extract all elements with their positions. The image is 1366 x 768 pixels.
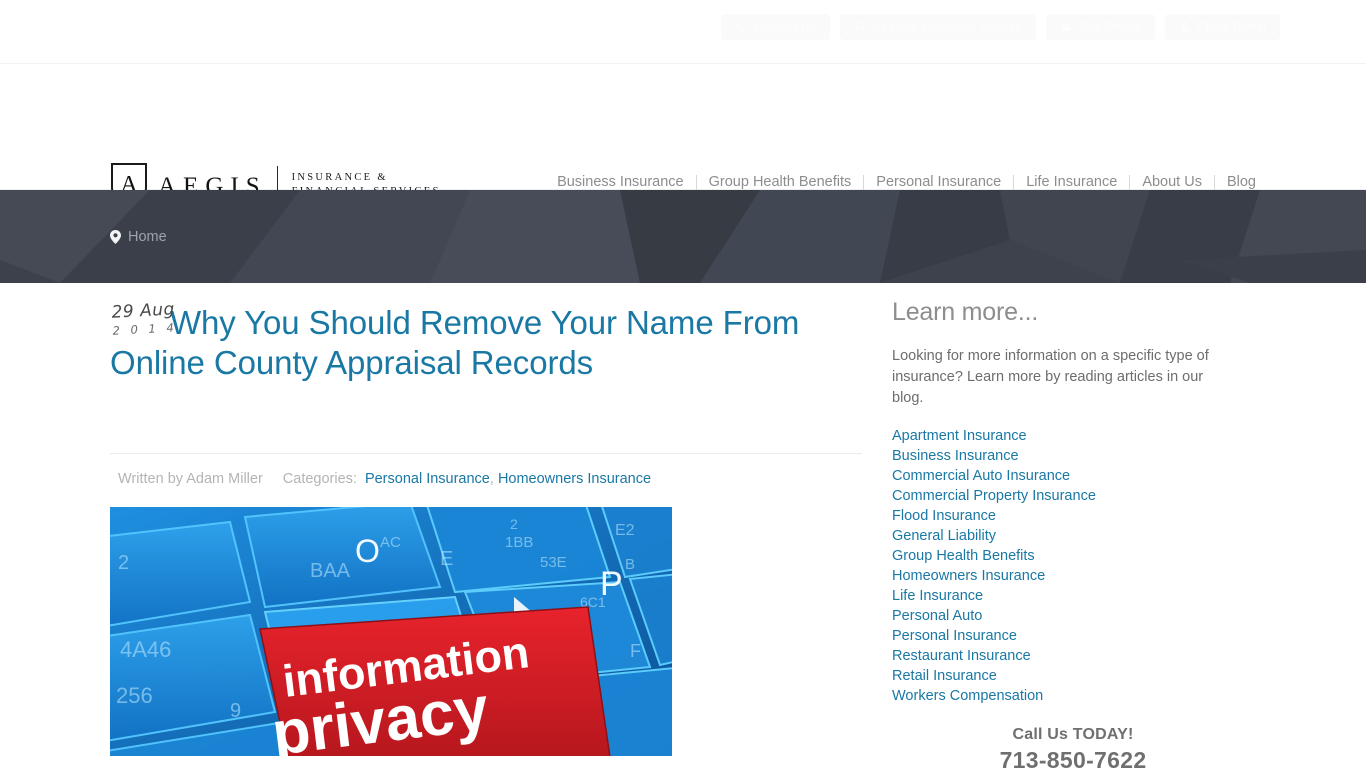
nav-item-business-insurance[interactable]: Business Insurance	[545, 174, 696, 190]
svg-text:P: P	[600, 565, 623, 603]
list-item: Homeowners Insurance	[892, 566, 1256, 586]
client-portal-label: Client Portal	[1196, 20, 1266, 34]
sidebar-link-group-health-benefits[interactable]: Group Health Benefits	[892, 548, 1035, 564]
breadcrumb-banner: Home	[0, 190, 1366, 283]
sidebar-link-apartment-insurance[interactable]: Apartment Insurance	[892, 428, 1027, 444]
nav-item-life-insurance[interactable]: Life Insurance	[1014, 174, 1129, 190]
svg-text:4A46: 4A46	[120, 637, 171, 662]
call-to-action: Call Us TODAY! 713-850-7622	[892, 726, 1254, 768]
svg-text:BAA: BAA	[310, 560, 351, 582]
customer-service-button[interactable]: 24-Hour Customer Service	[840, 14, 1037, 40]
post-meta: Written by Adam Miller Categories: Perso…	[110, 471, 862, 487]
customer-service-label: 24-Hour Customer Service	[872, 20, 1023, 34]
pay-online-button[interactable]: Pay Online	[1046, 14, 1155, 40]
sidebar-link-flood-insurance[interactable]: Flood Insurance	[892, 508, 996, 524]
list-item: Apartment Insurance	[892, 426, 1256, 446]
nav-item-group-health-benefits[interactable]: Group Health Benefits	[697, 174, 864, 190]
list-item: Group Health Benefits	[892, 546, 1256, 566]
contact-us-label: Contact Us	[753, 20, 817, 34]
list-item: Flood Insurance	[892, 506, 1256, 526]
top-utility-bar: Contact Us 24-Hour Customer Service Pay …	[0, 0, 1366, 64]
sidebar-link-general-liability[interactable]: General Liability	[892, 528, 996, 544]
list-item: Workers Compensation	[892, 686, 1256, 706]
sidebar-heading: Learn more...	[892, 298, 1039, 326]
svg-text:E: E	[440, 548, 453, 570]
svg-text:1BB: 1BB	[505, 534, 533, 551]
category-separator: ,	[489, 471, 494, 487]
main-column: 29 Aug 2 0 1 4 Why You Should Remove You…	[110, 299, 862, 756]
svg-text:O: O	[355, 533, 380, 569]
pay-online-label: Pay Online	[1078, 20, 1141, 34]
client-portal-button[interactable]: Client Portal	[1164, 14, 1280, 40]
post-category-homeowners-insurance[interactable]: Homeowners Insurance	[498, 471, 651, 487]
sidebar-link-restaurant-insurance[interactable]: Restaurant Insurance	[892, 648, 1031, 664]
list-item: Personal Auto	[892, 606, 1256, 626]
sidebar-link-list: Apartment Insurance Business Insurance C…	[892, 426, 1256, 706]
svg-text:B: B	[625, 556, 635, 573]
list-item: Commercial Property Insurance	[892, 486, 1256, 506]
post-title[interactable]: Why You Should Remove Your Name From Onl…	[110, 303, 862, 383]
svg-text:2: 2	[510, 516, 518, 532]
post-categories-label: Categories:	[282, 471, 357, 487]
sidebar-description: Looking for more information on a specif…	[892, 348, 1209, 406]
sidebar: Learn more... Looking for more informati…	[892, 297, 1256, 768]
post-categories: Personal Insurance, Homeowners Insurance	[365, 471, 651, 487]
svg-text:E2: E2	[615, 522, 635, 539]
headset-icon	[854, 21, 866, 33]
contact-us-button[interactable]: Contact Us	[721, 14, 831, 40]
list-item: Life Insurance	[892, 586, 1256, 606]
main-navigation: Business Insurance Group Health Benefits…	[545, 174, 1256, 190]
cta-heading: Call Us TODAY!	[1012, 726, 1134, 743]
post-divider	[110, 453, 862, 454]
svg-text:2: 2	[118, 552, 129, 574]
site-header: A est. 2004 AEGIS INSURANCE & FINANCIAL …	[0, 64, 1366, 208]
svg-text:9: 9	[230, 700, 241, 722]
page-content: 29 Aug 2 0 1 4 Why You Should Remove You…	[0, 283, 1366, 768]
svg-text:53E: 53E	[540, 554, 567, 571]
sidebar-link-commercial-property-insurance[interactable]: Commercial Property Insurance	[892, 488, 1096, 504]
post-date-day-month: 29 Aug	[111, 299, 176, 323]
sidebar-link-personal-auto[interactable]: Personal Auto	[892, 608, 982, 624]
post-author: Written by Adam Miller	[118, 471, 263, 487]
phone-icon	[735, 21, 747, 33]
nav-item-about-us[interactable]: About Us	[1130, 174, 1214, 190]
breadcrumb-item-home[interactable]: Home	[128, 229, 167, 245]
breadcrumb: Home	[110, 190, 167, 283]
list-item: Personal Insurance	[892, 626, 1256, 646]
list-item: Commercial Auto Insurance	[892, 466, 1256, 486]
post-header: 29 Aug 2 0 1 4 Why You Should Remove You…	[110, 299, 862, 431]
logo-tagline-line1: INSURANCE &	[291, 172, 388, 183]
sidebar-link-workers-compensation[interactable]: Workers Compensation	[892, 688, 1043, 704]
sidebar-link-personal-insurance[interactable]: Personal Insurance	[892, 628, 1017, 644]
sidebar-link-life-insurance[interactable]: Life Insurance	[892, 588, 983, 604]
polygon-background	[0, 190, 1366, 283]
sidebar-link-business-insurance[interactable]: Business Insurance	[892, 448, 1019, 464]
top-utility-buttons: Contact Us 24-Hour Customer Service Pay …	[721, 14, 1280, 40]
map-pin-icon	[110, 229, 121, 244]
svg-text:256: 256	[116, 683, 153, 708]
list-item: Business Insurance	[892, 446, 1256, 466]
sidebar-link-retail-insurance[interactable]: Retail Insurance	[892, 668, 997, 684]
cta-phone-number[interactable]: 713-850-7622	[892, 747, 1254, 768]
nav-item-blog[interactable]: Blog	[1215, 174, 1256, 190]
svg-text:AC: AC	[380, 534, 401, 551]
keyboard-privacy-illustration: 2 4A46 256 9 BAA AC C E 8 1BB 2 53E 6C1 …	[110, 507, 672, 756]
post-category-personal-insurance[interactable]: Personal Insurance	[365, 471, 490, 487]
post-date: 29 Aug 2 0 1 4	[111, 299, 179, 337]
nav-item-personal-insurance[interactable]: Personal Insurance	[864, 174, 1013, 190]
sidebar-link-homeowners-insurance[interactable]: Homeowners Insurance	[892, 568, 1045, 584]
post-featured-image[interactable]: 2 4A46 256 9 BAA AC C E 8 1BB 2 53E 6C1 …	[110, 507, 672, 756]
user-icon	[1179, 21, 1191, 33]
sidebar-link-commercial-auto-insurance[interactable]: Commercial Auto Insurance	[892, 468, 1070, 484]
list-item: Restaurant Insurance	[892, 646, 1256, 666]
list-item: General Liability	[892, 526, 1256, 546]
svg-text:F: F	[630, 641, 641, 661]
list-item: Retail Insurance	[892, 666, 1256, 686]
credit-card-icon	[1060, 21, 1072, 33]
